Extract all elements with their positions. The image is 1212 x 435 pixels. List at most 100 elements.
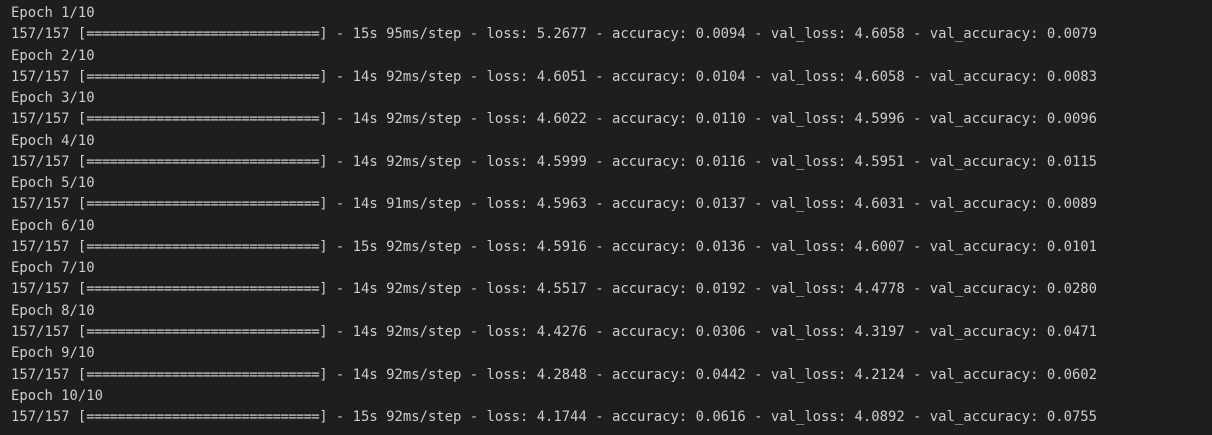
loss-value: 4.5999 [536, 153, 587, 170]
val-accuracy-value: 0.0083 [1046, 68, 1098, 85]
epoch-header: Epoch 6/10 [11, 217, 95, 234]
progress-line: 157/157 [==============================]… [11, 111, 1098, 128]
progress-bar: ============================== [86, 153, 320, 170]
loss-value: 4.5517 [536, 281, 587, 298]
progress-line: 157/157 [==============================]… [11, 281, 1098, 298]
progress-bar: ============================== [86, 238, 320, 255]
accuracy-value: 0.0110 [695, 111, 746, 128]
val-accuracy-value: 0.0280 [1046, 281, 1098, 298]
step-count: 157/157 [11, 26, 70, 43]
progress-line: 157/157 [==============================]… [11, 238, 1098, 255]
progress-line: 157/157 [==============================]… [11, 68, 1098, 85]
progress-bar: ============================== [86, 68, 320, 85]
val-loss-value: 4.2124 [854, 366, 905, 383]
epoch-header: Epoch 4/10 [11, 132, 95, 149]
time-per-step: 92ms/step [386, 409, 462, 426]
time-per-step: 92ms/step [386, 238, 462, 255]
accuracy-value: 0.0616 [695, 409, 746, 426]
loss-value: 4.2848 [536, 366, 587, 383]
progress-bar: ============================== [86, 26, 320, 43]
epoch-header: Epoch 5/10 [11, 175, 95, 192]
epoch-header: Epoch 7/10 [11, 260, 95, 277]
step-count: 157/157 [11, 153, 70, 170]
loss-value: 4.6051 [536, 68, 587, 85]
bracket-close: ] [319, 111, 328, 128]
epoch-time: 14s [352, 68, 378, 85]
progress-line: 157/157 [==============================]… [11, 409, 1098, 426]
bracket-close: ] [319, 409, 328, 426]
step-count: 157/157 [11, 111, 70, 128]
step-count: 157/157 [11, 409, 70, 426]
val-loss-value: 4.6007 [854, 238, 905, 255]
epoch-time: 15s [352, 26, 378, 43]
loss-value: 4.5963 [536, 196, 587, 213]
accuracy-value: 0.0442 [695, 366, 746, 383]
progress-bar: ============================== [86, 111, 320, 128]
epoch-header: Epoch 2/10 [11, 47, 95, 64]
bracket-close: ] [319, 26, 328, 43]
val-loss-value: 4.0892 [854, 409, 905, 426]
val-loss-value: 4.6058 [854, 26, 905, 43]
accuracy-value: 0.0094 [695, 26, 746, 43]
epoch-time: 15s [352, 409, 378, 426]
val-accuracy-value: 0.0602 [1046, 366, 1098, 383]
progress-bar: ============================== [86, 409, 320, 426]
val-loss-value: 4.5951 [854, 153, 905, 170]
epoch-header: Epoch 3/10 [11, 90, 95, 107]
time-per-step: 92ms/step [386, 111, 462, 128]
epoch-header: Epoch 1/10 [11, 5, 95, 21]
step-count: 157/157 [11, 238, 70, 255]
bracket-close: ] [319, 196, 328, 213]
bracket-close: ] [319, 366, 328, 383]
time-per-step: 92ms/step [386, 323, 462, 340]
epoch-header: Epoch 9/10 [11, 345, 95, 362]
epoch-time: 14s [352, 196, 378, 213]
step-count: 157/157 [11, 281, 70, 298]
epoch-header: Epoch 10/10 [11, 387, 103, 404]
progress-bar: ============================== [86, 196, 320, 213]
step-count: 157/157 [11, 323, 70, 340]
time-per-step: 92ms/step [386, 68, 462, 85]
progress-line: 157/157 [==============================]… [11, 26, 1098, 43]
loss-value: 4.5916 [536, 238, 587, 255]
epoch-time: 14s [352, 323, 378, 340]
epoch-time: 14s [352, 111, 378, 128]
epoch-time: 14s [352, 281, 378, 298]
val-loss-value: 4.3197 [854, 323, 905, 340]
time-per-step: 91ms/step [386, 196, 462, 213]
epoch-time: 14s [352, 153, 378, 170]
accuracy-value: 0.0116 [695, 153, 746, 170]
epoch-time: 15s [352, 238, 378, 255]
time-per-step: 92ms/step [386, 153, 462, 170]
val-accuracy-value: 0.0755 [1046, 409, 1098, 426]
val-loss-value: 4.6031 [854, 196, 905, 213]
bracket-close: ] [319, 238, 328, 255]
val-loss-value: 4.6058 [854, 68, 905, 85]
progress-line: 157/157 [==============================]… [11, 196, 1098, 213]
step-count: 157/157 [11, 196, 70, 213]
step-count: 157/157 [11, 68, 70, 85]
loss-value: 4.6022 [536, 111, 587, 128]
progress-line: 157/157 [==============================]… [11, 153, 1098, 170]
progress-line: 157/157 [==============================]… [11, 366, 1098, 383]
loss-value: 5.2677 [536, 26, 587, 43]
val-accuracy-value: 0.0101 [1046, 238, 1098, 255]
bracket-close: ] [319, 68, 328, 85]
time-per-step: 92ms/step [386, 366, 462, 383]
loss-value: 4.4276 [536, 323, 587, 340]
val-accuracy-value: 0.0079 [1046, 26, 1098, 43]
val-accuracy-value: 0.0089 [1046, 196, 1098, 213]
accuracy-value: 0.0104 [695, 68, 746, 85]
val-accuracy-value: 0.0471 [1046, 323, 1098, 340]
progress-line: 157/157 [==============================]… [11, 323, 1098, 340]
epoch-time: 14s [352, 366, 378, 383]
progress-bar: ============================== [86, 281, 320, 298]
step-count: 157/157 [11, 366, 70, 383]
time-per-step: 95ms/step [386, 26, 462, 43]
accuracy-value: 0.0306 [695, 323, 746, 340]
time-per-step: 92ms/step [386, 281, 462, 298]
accuracy-value: 0.0137 [695, 196, 746, 213]
accuracy-value: 0.0192 [695, 281, 746, 298]
bracket-close: ] [319, 323, 328, 340]
bracket-close: ] [319, 281, 328, 298]
